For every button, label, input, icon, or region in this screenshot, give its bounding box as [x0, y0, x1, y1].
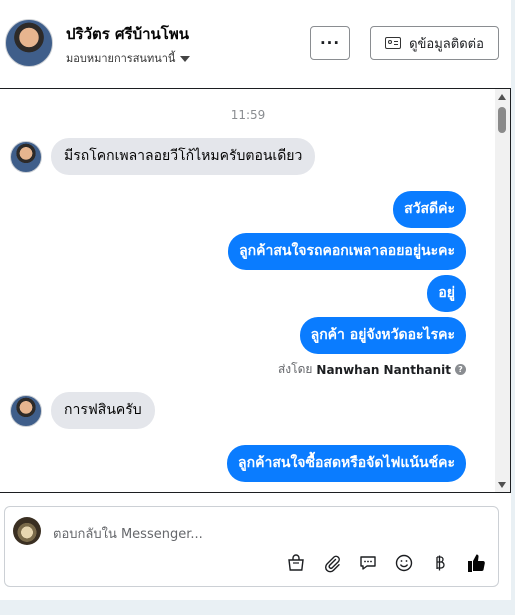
thread-scrollbar[interactable]	[495, 89, 510, 492]
saved-reply-icon[interactable]	[357, 552, 379, 574]
sent-by-label: ส่งโดย Nanwhan Nanthanit ?	[278, 360, 466, 379]
outgoing-message-bubble[interactable]: อยู่	[427, 275, 466, 312]
sent-by-prefix: ส่งโดย	[277, 362, 313, 376]
caret-down-icon	[180, 55, 191, 62]
sent-by-name: Nanwhan Nanthanit	[316, 362, 451, 377]
baht-icon[interactable]	[429, 552, 451, 574]
scroll-down-arrow-icon[interactable]	[498, 482, 506, 488]
like-icon[interactable]	[465, 552, 487, 574]
reply-input[interactable]: ตอบกลับใน Messenger...	[53, 523, 203, 544]
scroll-thumb[interactable]	[498, 107, 506, 133]
conversation-header: ปริวัตร ศรีบ้านโพน มอบหมายการสนทนานี้ ··…	[0, 0, 511, 88]
incoming-message-row: มีรถโคกเพลาลอยวีโก้ไหมครับตอนเดียว	[10, 138, 316, 175]
view-contact-button[interactable]: ดูข้อมูลติดต่อ	[370, 26, 499, 60]
message-timestamp: 11:59	[230, 108, 266, 122]
incoming-message-bubble[interactable]: มีรถโคกเพลาลอยวีโก้ไหมครับตอนเดียว	[51, 138, 316, 175]
more-options-button[interactable]: ···	[310, 26, 350, 60]
outgoing-message-bubble[interactable]: ลูกค้า อยู่จังหวัดอะไรคะ	[299, 317, 466, 354]
outgoing-message-bubble[interactable]: ลูกค้าสนใจซื้อสดหรือจัดไฟแน้นช์คะ	[227, 445, 466, 482]
assign-label: มอบหมายการสนทนานี้	[66, 52, 176, 65]
sender-avatar	[10, 140, 42, 173]
composer-toolbar	[285, 552, 487, 574]
contact-card-icon	[385, 37, 402, 49]
view-contact-label: ดูข้อมูลติดต่อ	[409, 36, 484, 52]
message-thread[interactable]: 11:59 มีรถโคกเพลาลอยวีโก้ไหมครับตอนเดียว…	[0, 88, 511, 493]
outgoing-message-bubble[interactable]: สวัสดีค่ะ	[393, 191, 466, 228]
incoming-message-row: การฟสินครับ	[10, 392, 155, 429]
page-avatar	[13, 517, 41, 545]
contact-name[interactable]: ปริวัตร ศรีบ้านโพน	[66, 22, 189, 46]
shopping-bag-icon[interactable]	[285, 552, 307, 574]
help-icon[interactable]: ?	[455, 364, 466, 375]
paperclip-icon[interactable]	[321, 552, 343, 574]
emoji-icon[interactable]	[393, 552, 415, 574]
message-composer: ตอบกลับใน Messenger...	[4, 506, 499, 587]
scroll-up-arrow-icon[interactable]	[498, 94, 506, 100]
incoming-message-bubble[interactable]: การฟสินครับ	[51, 392, 155, 429]
contact-avatar[interactable]	[5, 19, 53, 67]
chat-panel: ปริวัตร ศรีบ้านโพน มอบหมายการสนทนานี้ ··…	[0, 0, 511, 600]
outgoing-message-bubble[interactable]: ลูกค้าสนใจรถคอกเพลาลอยอยู่นะคะ	[228, 233, 466, 270]
sender-avatar	[10, 394, 42, 427]
more-icon: ···	[319, 34, 341, 52]
assign-conversation-dropdown[interactable]: มอบหมายการสนทนานี้	[66, 49, 191, 67]
